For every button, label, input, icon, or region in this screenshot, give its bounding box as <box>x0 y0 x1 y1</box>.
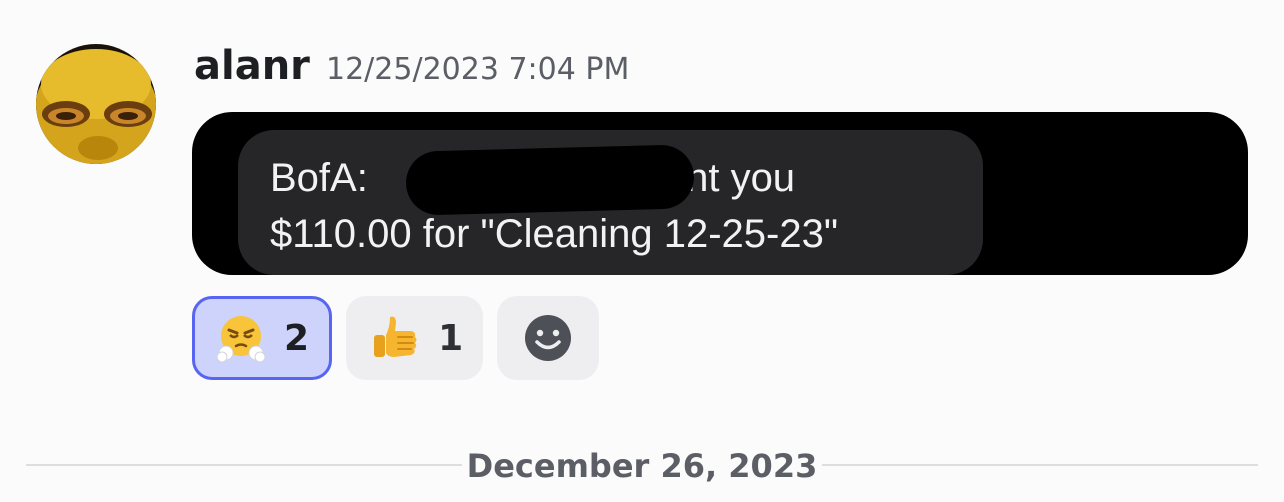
date-divider: December 26, 2023 <box>26 440 1258 490</box>
message-author[interactable]: alanr <box>194 40 310 92</box>
redaction-mark <box>405 144 695 216</box>
reaction-thumbs-up[interactable]: 1 <box>346 296 484 380</box>
add-reaction-button[interactable] <box>497 296 600 380</box>
user-avatar[interactable] <box>36 44 156 164</box>
message-timestamp: 12/25/2023 7:04 PM <box>326 52 630 87</box>
sms-bubble: BofA: sent you $110.00 for "Cleaning 12-2… <box>238 130 983 275</box>
reaction-steam-face[interactable]: 2 <box>192 296 333 380</box>
bubble-sender-prefix: BofA: <box>270 156 368 200</box>
reaction-count: 1 <box>438 317 464 359</box>
smiley-add-reaction-icon <box>525 315 572 361</box>
face-with-steam-from-nose-icon <box>216 313 266 363</box>
reactions-bar: 2 1 <box>192 296 600 380</box>
alien-avatar-icon <box>36 44 156 164</box>
divider-line-left <box>26 464 462 466</box>
reaction-count: 2 <box>284 317 310 359</box>
divider-line-right <box>822 464 1258 466</box>
thumbs-up-icon <box>370 313 420 363</box>
image-attachment[interactable]: BofA: sent you $110.00 for "Cleaning 12-2… <box>192 112 1248 275</box>
date-divider-label: December 26, 2023 <box>466 447 818 485</box>
bubble-line-2: $110.00 for "Cleaning 12-25-23" <box>270 212 839 256</box>
